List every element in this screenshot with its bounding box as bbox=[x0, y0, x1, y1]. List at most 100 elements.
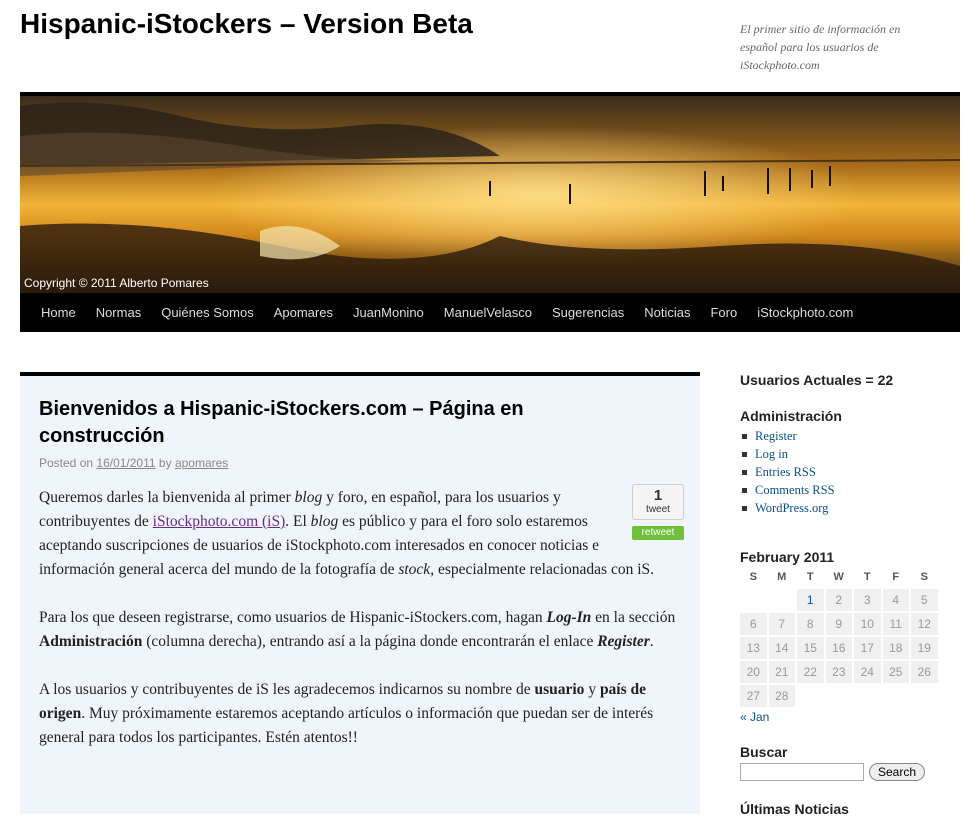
text: Register bbox=[597, 633, 650, 650]
calendar-day: 21 bbox=[768, 661, 795, 683]
retweet-button[interactable]: retweet bbox=[632, 526, 684, 540]
search-input[interactable] bbox=[740, 763, 864, 781]
text: especialmente relacionadas con iS. bbox=[434, 561, 654, 578]
entries-rss-link[interactable]: Entries RSS bbox=[755, 465, 816, 479]
site-tagline: El primer sitio de información en españo… bbox=[740, 22, 901, 72]
nav-item-quienes-somos[interactable]: Quiénes Somos bbox=[151, 293, 264, 332]
calendar-table: SMTWTFS 1 2 3 4 5 6 7 8 9 10 11 12 13 14 15 16 17 18 19 20 2… bbox=[738, 565, 940, 709]
comments-rss-link[interactable]: Comments RSS bbox=[755, 483, 835, 497]
calendar-day: 16 bbox=[825, 637, 852, 659]
text: Queremos darles la bienvenida al primer bbox=[39, 489, 295, 506]
post-author-link[interactable]: apomares bbox=[175, 456, 228, 470]
calendar-caption: February 2011 bbox=[740, 549, 835, 565]
nav-item-foro[interactable]: Foro bbox=[700, 293, 747, 332]
list-item: Entries RSS bbox=[740, 463, 940, 481]
calendar-day: 3 bbox=[854, 589, 881, 611]
calendar-day: 14 bbox=[768, 637, 795, 659]
calendar-empty-cell bbox=[740, 589, 767, 611]
text: blog bbox=[294, 489, 323, 506]
nav-item-istockphoto[interactable]: iStockphoto.com bbox=[747, 293, 863, 332]
calendar-day: 28 bbox=[768, 685, 795, 707]
istockphoto-link[interactable]: iStockphoto.com (iS) bbox=[153, 513, 286, 530]
calendar-day: 17 bbox=[854, 637, 881, 659]
calendar-week: 12345 bbox=[740, 589, 938, 611]
calendar-empty-cell bbox=[911, 685, 938, 707]
calendar-week: 27 28 bbox=[740, 685, 938, 707]
calendar-day: 10 bbox=[854, 613, 881, 635]
post-date-link[interactable]: 16/01/2011 bbox=[96, 456, 155, 470]
header-banner-image: Copyright © 2011 Alberto Pomares bbox=[20, 92, 960, 293]
nav-item-apomares[interactable]: Apomares bbox=[264, 293, 343, 332]
calendar-empty-cell bbox=[826, 685, 853, 707]
text: . Muy próximamente estaremos aceptando a… bbox=[39, 705, 654, 746]
post-meta: Posted on 16/01/2011 by apomares bbox=[39, 456, 228, 470]
post-meta-by: by bbox=[158, 456, 172, 470]
calendar-weekday: M bbox=[777, 571, 787, 583]
post-article: Bienvenidos a Hispanic-iStockers.com – P… bbox=[20, 372, 700, 814]
calendar-weekday: F bbox=[892, 571, 900, 583]
calendar-weekday: T bbox=[806, 571, 814, 583]
users-count-title: Usuarios Actuales = 22 bbox=[740, 372, 894, 388]
wordpress-link[interactable]: WordPress.org bbox=[755, 501, 828, 515]
list-item: Log in bbox=[740, 445, 940, 463]
text: A los usuarios y contribuyentes de iS le… bbox=[39, 681, 535, 698]
calendar-day: 24 bbox=[854, 661, 881, 683]
tweet-count-button[interactable]: 1 tweet bbox=[632, 484, 684, 520]
post-meta-prefix: Posted on bbox=[39, 456, 94, 470]
banner-copyright: Copyright © 2011 Alberto Pomares bbox=[24, 276, 209, 290]
text: stock, bbox=[398, 561, 435, 578]
post-paragraph-1: Queremos darles la bienvenida al primer … bbox=[39, 486, 684, 582]
calendar-weekday: W bbox=[833, 571, 844, 583]
list-item: Register bbox=[740, 427, 940, 445]
calendar-day: 19 bbox=[911, 637, 938, 659]
calendar-empty-cell bbox=[883, 685, 910, 707]
text: . El bbox=[285, 513, 311, 530]
calendar-day-link[interactable]: 1 bbox=[797, 589, 824, 611]
calendar-day: 2 bbox=[825, 589, 852, 611]
nav-item-normas[interactable]: Normas bbox=[86, 293, 152, 332]
nav-item-juanmonino[interactable]: JuanMonino bbox=[343, 293, 434, 332]
nav-item-home[interactable]: Home bbox=[31, 293, 86, 332]
list-item: WordPress.org bbox=[740, 499, 940, 517]
text: Administración bbox=[39, 633, 143, 650]
admin-widget-title: Administración bbox=[740, 408, 842, 424]
post-body: 1 tweet retweet Queremos darles la bienv… bbox=[39, 484, 684, 774]
calendar-day: 22 bbox=[797, 661, 824, 683]
search-widget-title: Buscar bbox=[740, 744, 788, 760]
calendar-day: 20 bbox=[740, 661, 767, 683]
calendar-day: 27 bbox=[740, 685, 767, 707]
nav-item-sugerencias[interactable]: Sugerencias bbox=[542, 293, 634, 332]
nav-item-manuelvelasco[interactable]: ManuelVelasco bbox=[434, 293, 542, 332]
calendar-week: 20 21 22 23 24 25 26 bbox=[740, 661, 938, 683]
calendar-day: 15 bbox=[797, 637, 824, 659]
tweet-widget: 1 tweet retweet bbox=[632, 484, 684, 540]
text: Para los que deseen registrarse, como us… bbox=[39, 609, 547, 626]
calendar-day: 9 bbox=[825, 613, 852, 635]
calendar-day: 4 bbox=[882, 589, 909, 611]
register-link[interactable]: Register bbox=[755, 429, 797, 443]
main-nav: Home Normas Quiénes Somos Apomares JuanM… bbox=[20, 293, 960, 332]
post-paragraph-2: Para los que deseen registrarse, como us… bbox=[39, 606, 684, 654]
post-paragraph-3: A los usuarios y contribuyentes de iS le… bbox=[39, 678, 684, 750]
list-item: Comments RSS bbox=[740, 481, 940, 499]
calendar-week: 13 14 15 16 17 18 19 bbox=[740, 637, 938, 659]
calendar-weekday: T bbox=[863, 571, 871, 583]
calendar-day: 23 bbox=[825, 661, 852, 683]
text: (columna derecha), entrando así a la pág… bbox=[142, 633, 598, 650]
calendar-day: 26 bbox=[911, 661, 938, 683]
nav-item-noticias[interactable]: Noticias bbox=[634, 293, 700, 332]
latest-news-title: Últimas Noticias bbox=[740, 801, 849, 817]
calendar-day: 6 bbox=[740, 613, 767, 635]
calendar-empty-cell bbox=[769, 589, 796, 611]
search-button[interactable]: Search bbox=[869, 763, 926, 781]
login-link[interactable]: Log in bbox=[755, 447, 788, 461]
site-title[interactable]: Hispanic-iStockers – Version Beta bbox=[20, 8, 473, 40]
text: blog bbox=[310, 513, 339, 530]
tweet-count: 1 bbox=[653, 487, 663, 504]
text: usuario bbox=[534, 681, 585, 698]
post-title[interactable]: Bienvenidos a Hispanic-iStockers.com – P… bbox=[39, 396, 599, 450]
calendar-prev-link[interactable]: « Jan bbox=[740, 710, 940, 724]
calendar-day: 12 bbox=[911, 613, 938, 635]
tweet-label: tweet bbox=[646, 504, 670, 515]
calendar-header-row: SMTWTFS bbox=[740, 567, 938, 587]
